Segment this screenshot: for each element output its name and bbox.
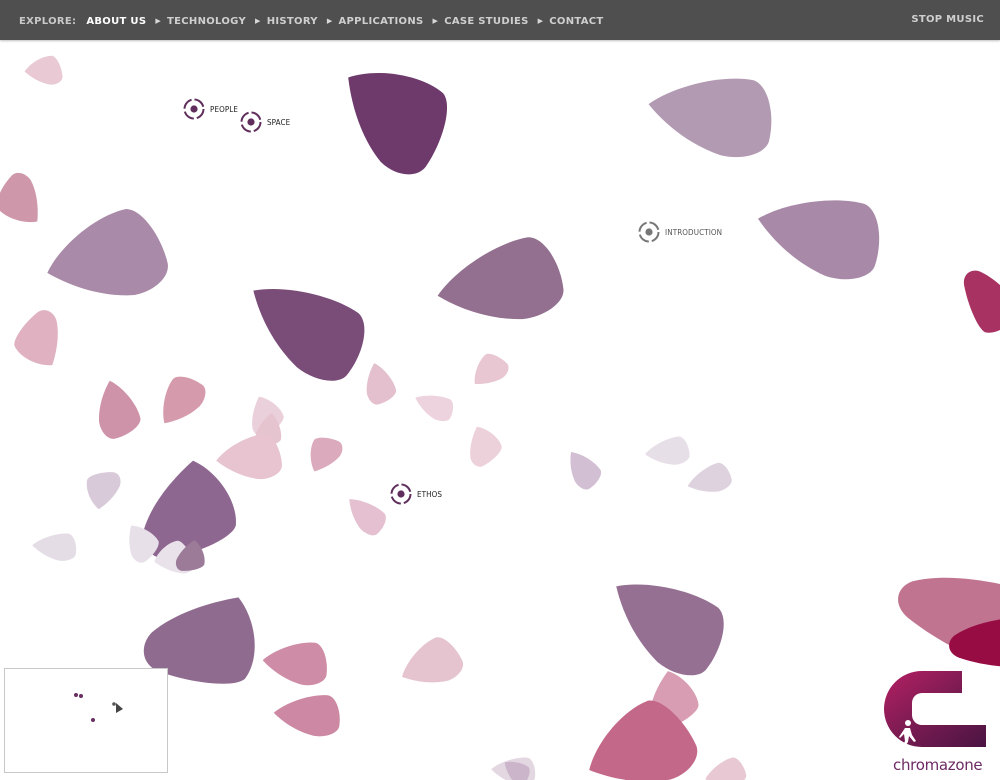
minimap[interactable] <box>4 668 168 773</box>
minimap-canvas <box>74 693 123 722</box>
minimap-dot-space <box>79 694 83 698</box>
hotspot-ethos[interactable]: ETHOS <box>390 483 442 505</box>
triangle-right-icon: ▶ <box>326 16 333 25</box>
target-circle-icon <box>183 98 205 120</box>
nav-item-contact[interactable]: CONTACT <box>549 16 603 27</box>
nav-item-technology[interactable]: TECHNOLOGY <box>167 16 246 27</box>
minimap-dot-introduction <box>112 702 116 706</box>
hotspot-label: INTRODUCTION <box>665 227 723 237</box>
stop-music-button[interactable]: STOP MUSIC <box>911 14 984 25</box>
triangle-right-icon: ▶ <box>155 16 162 25</box>
nav-item-label: ABOUT US <box>86 15 147 27</box>
nav-item-about-us[interactable]: ABOUT US <box>86 16 146 27</box>
explore-label: EXPLORE: <box>19 15 77 27</box>
hotspot-label: ETHOS <box>417 489 443 499</box>
hotspot-space[interactable]: SPACE <box>240 111 290 133</box>
nav-item-label: CASE STUDIES <box>444 15 529 27</box>
triangle-right-icon: ▶ <box>432 16 439 25</box>
target-circle-icon <box>390 483 412 505</box>
nav-item-applications[interactable]: APPLICATIONS <box>339 16 424 27</box>
triangle-right-icon: ▶ <box>537 16 544 25</box>
nav-item-label: TECHNOLOGY <box>167 15 247 27</box>
nav-item-case-studies[interactable]: CASE STUDIES <box>444 16 528 27</box>
minimap-dot-people <box>74 693 78 697</box>
viewport-pointer-icon <box>116 703 123 713</box>
top-navigation-bar: EXPLORE: ABOUT US ▶ TECHNOLOGY ▶ HISTORY… <box>0 0 1000 40</box>
nav-item-label: HISTORY <box>266 15 318 27</box>
minimap-dot-ethos <box>91 718 95 722</box>
nav-item-label: CONTACT <box>549 15 604 27</box>
nav-item-history[interactable]: HISTORY <box>267 16 318 27</box>
triangle-right-icon: ▶ <box>255 16 261 25</box>
hotspot-people[interactable]: PEOPLE <box>183 98 238 120</box>
nav-item-label: APPLICATIONS <box>338 15 424 27</box>
hotspot-label: PEOPLE <box>210 104 239 114</box>
explore-nav: EXPLORE: ABOUT US ▶ TECHNOLOGY ▶ HISTORY… <box>19 14 604 28</box>
hotspot-label: SPACE <box>267 117 291 127</box>
brand-wordmark: chromazone <box>893 756 983 774</box>
target-circle-icon <box>638 221 660 243</box>
target-circle-icon <box>240 111 262 133</box>
hotspot-introduction[interactable]: INTRODUCTION <box>638 221 722 243</box>
